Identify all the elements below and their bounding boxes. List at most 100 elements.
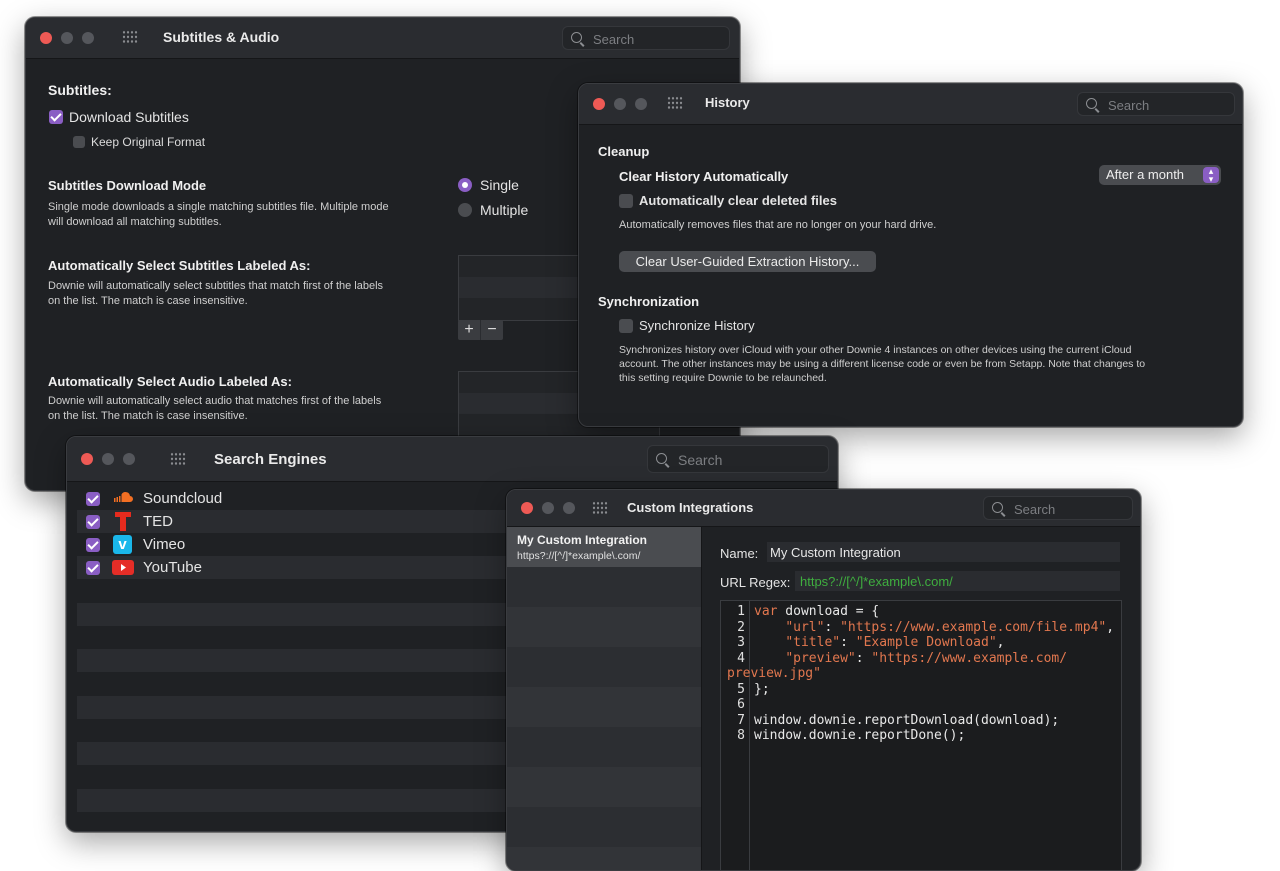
code-line: 7 window.downie.reportDownload(download);	[721, 713, 1121, 729]
clear-auto-label: Clear History Automatically	[619, 169, 789, 184]
zoom-button[interactable]	[123, 453, 135, 465]
search-field[interactable]	[647, 445, 829, 473]
engine-enabled-checkbox[interactable]	[86, 492, 100, 506]
download-subtitles-checkbox[interactable]	[49, 110, 63, 124]
subtitles-heading: Subtitles:	[48, 82, 112, 98]
zoom-button[interactable]	[82, 32, 94, 44]
sync-history-checkbox[interactable]	[619, 319, 633, 333]
mode-multiple-radio[interactable]	[458, 203, 472, 217]
youtube-icon	[112, 560, 134, 575]
ted-icon	[115, 512, 131, 531]
mode-desc-line2: will download all matching subtitles.	[48, 216, 222, 228]
keep-original-format-checkbox[interactable]	[73, 136, 85, 148]
auto-subs-desc-line2: on the list. The match is case insensiti…	[48, 295, 248, 307]
search-input[interactable]	[591, 29, 715, 49]
search-input[interactable]	[676, 450, 800, 470]
line-code: window.downie.reportDownload(download);	[754, 712, 1060, 728]
clear-extraction-history-button[interactable]: Clear User-Guided Extraction History...	[619, 251, 876, 272]
code-line: preview.jpg"	[721, 666, 1121, 682]
close-button[interactable]	[40, 32, 52, 44]
code-line: 6	[721, 697, 1121, 713]
auto-audio-desc-line1: Downie will automatically select audio t…	[48, 395, 382, 407]
auto-audio-heading: Automatically Select Audio Labeled As:	[48, 374, 292, 389]
line-number: 3	[737, 635, 745, 650]
sync-desc-line3: this setting require Downie to be relaun…	[619, 372, 827, 384]
window-title: Subtitles & Audio	[163, 29, 280, 45]
search-field[interactable]	[983, 496, 1136, 520]
window-title: Search Engines	[214, 451, 327, 468]
clear-auto-popup[interactable]: After a month ▴ ▾	[1099, 165, 1221, 185]
line-code: "preview": "https://www.example.com/	[785, 650, 1068, 666]
minimize-button[interactable]	[614, 98, 626, 110]
engine-row-soundcloud[interactable]: Soundcloud	[77, 487, 497, 510]
engine-row-vimeo[interactable]: v Vimeo	[77, 533, 497, 556]
search-icon	[1086, 98, 1097, 109]
code-line: 2 "url": "https://www.example.com/file.m…	[721, 620, 1121, 636]
search-field[interactable]	[1077, 92, 1235, 116]
mode-single-radio[interactable]	[458, 178, 472, 192]
close-button[interactable]	[593, 98, 605, 110]
list-row	[507, 687, 701, 727]
search-icon	[992, 502, 1003, 513]
auto-clear-deleted-label[interactable]: Automatically clear deleted files	[639, 193, 837, 208]
minimize-button[interactable]	[542, 502, 554, 514]
line-code: var download = {	[754, 604, 880, 619]
grid-icon[interactable]	[122, 30, 138, 44]
engine-row-youtube[interactable]: YouTube	[77, 556, 497, 579]
mode-single-label[interactable]: Single	[480, 177, 519, 193]
integration-list-item[interactable]: My Custom Integration https?://[^/]*exam…	[507, 527, 701, 567]
grid-icon[interactable]	[592, 501, 608, 515]
engine-name: Vimeo	[143, 536, 186, 553]
zoom-button[interactable]	[635, 98, 647, 110]
auto-clear-deleted-checkbox[interactable]	[619, 194, 633, 208]
integration-name: My Custom Integration	[517, 533, 648, 547]
code-line: 1 var download = {	[721, 604, 1121, 620]
auto-clear-description: Automatically removes files that are no …	[619, 219, 937, 231]
sync-heading: Synchronization	[598, 294, 700, 309]
cleanup-heading: Cleanup	[598, 144, 650, 159]
engine-enabled-checkbox[interactable]	[86, 538, 100, 552]
mode-multiple-label[interactable]: Multiple	[480, 202, 528, 218]
window-title: Custom Integrations	[627, 500, 754, 515]
search-field[interactable]	[562, 26, 730, 50]
sync-history-label[interactable]: Synchronize History	[639, 318, 755, 333]
code-editor[interactable]: 1 var download = {2 "url": "https://www.e…	[720, 600, 1122, 870]
code-line: 3 "title": "Example Download",	[721, 635, 1121, 651]
engine-row-ted[interactable]: TED	[77, 510, 497, 533]
line-number: 5	[737, 681, 745, 697]
integrations-sidebar: My Custom Integration https?://[^/]*exam…	[507, 527, 702, 870]
regex-field[interactable]: https?://[^/]*example\.com/	[795, 571, 1120, 591]
titlebar: Subtitles & Audio	[26, 18, 739, 59]
search-input[interactable]	[1106, 95, 1230, 115]
close-button[interactable]	[81, 453, 93, 465]
auto-subs-desc-line1: Downie will automatically select subtitl…	[48, 280, 384, 292]
grid-icon[interactable]	[170, 452, 186, 466]
integration-regex: https?://[^/]*example\.com/	[517, 550, 641, 562]
regex-value: https?://[^/]*example\.com/	[800, 574, 953, 589]
zoom-button[interactable]	[563, 502, 575, 514]
history-window: History Cleanup Clear History Automatica…	[578, 83, 1243, 427]
add-label-button[interactable]: +	[458, 320, 481, 340]
auto-subs-heading: Automatically Select Subtitles Labeled A…	[48, 258, 311, 273]
search-icon	[656, 453, 667, 464]
minimize-button[interactable]	[61, 32, 73, 44]
name-field[interactable]: My Custom Integration	[767, 542, 1120, 562]
keep-original-format-label[interactable]: Keep Original Format	[91, 135, 205, 149]
mode-description: Single mode downloads a single matching …	[48, 200, 389, 230]
grid-icon[interactable]	[667, 96, 683, 110]
search-input[interactable]	[1012, 499, 1136, 519]
soundcloud-icon	[113, 490, 133, 506]
custom-integrations-window: Custom Integrations My Custom Integratio…	[506, 489, 1141, 871]
remove-label-button[interactable]: −	[481, 320, 503, 340]
minimize-button[interactable]	[102, 453, 114, 465]
window-title: History	[705, 95, 750, 110]
download-subtitles-label[interactable]: Download Subtitles	[69, 109, 189, 125]
name-value: My Custom Integration	[770, 545, 901, 560]
titlebar: History	[579, 84, 1242, 125]
engine-enabled-checkbox[interactable]	[86, 561, 100, 575]
code-line: 8 window.downie.reportDone();	[721, 728, 1121, 744]
line-code: "title": "Example Download",	[785, 635, 1005, 650]
line-number: 2	[737, 619, 745, 635]
engine-enabled-checkbox[interactable]	[86, 515, 100, 529]
close-button[interactable]	[521, 502, 533, 514]
